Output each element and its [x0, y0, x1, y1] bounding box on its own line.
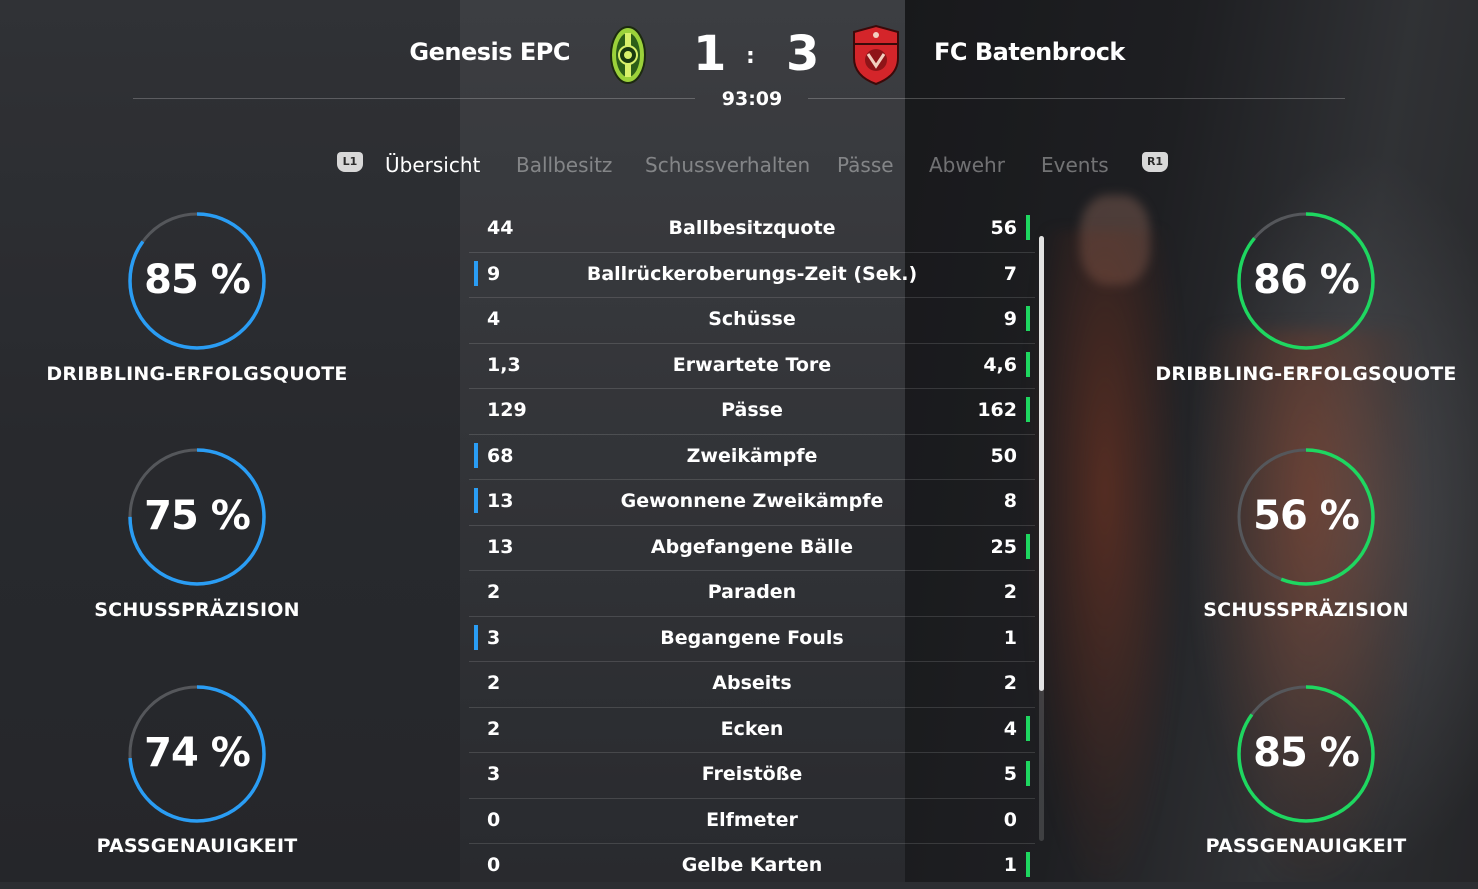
score-separator: : [746, 44, 755, 69]
home-pass-accuracy-label: PASSGENAUIGKEIT [96, 835, 298, 857]
stat-row: 3 Begangene Fouls 1 [469, 617, 1035, 662]
stat-row: 1,3 Erwartete Tore 4,6 [469, 344, 1035, 389]
tab-possession[interactable]: Ballbesitz [516, 153, 612, 177]
stat-away-value: 2 [1003, 672, 1017, 694]
stat-label: Abgefangene Bälle [650, 535, 854, 558]
stat-away-value: 25 [990, 535, 1017, 558]
match-header: Genesis EPC 1 : 3 FC Batenbrock 93:09 [0, 0, 1478, 120]
stat-away-value: 0 [1003, 808, 1017, 831]
stat-away-value: 4,6 [983, 353, 1017, 376]
stat-label: Elfmeter [706, 808, 798, 831]
away-pass-accuracy-ring: 85 % [1236, 684, 1376, 824]
home-pass-accuracy-percent: 74 % [144, 730, 251, 776]
away-dribbling-ring: 86 % [1236, 211, 1376, 351]
stat-label: Ecken [720, 717, 784, 740]
stat-label: Schüsse [708, 308, 796, 330]
stat-away-value: 1 [1003, 854, 1017, 876]
header-divider [808, 98, 1345, 99]
stat-away-value: 7 [1003, 262, 1017, 285]
stat-row: 2 Abseits 2 [469, 662, 1035, 708]
green-ring-crest-icon [602, 24, 654, 86]
away-score: 3 [786, 26, 820, 82]
stat-away-value: 1 [1003, 626, 1017, 649]
home-score: 1 [693, 26, 727, 82]
tab-passing[interactable]: Pässe [837, 153, 894, 177]
stat-row: 4 Schüsse 9 [469, 298, 1035, 344]
away-dribbling-percent: 86 % [1253, 257, 1360, 303]
home-dribbling-percent: 85 % [144, 257, 251, 303]
away-pass-accuracy-label: PASSGENAUIGKEIT [1205, 835, 1407, 857]
tab-events[interactable]: Events [1041, 153, 1109, 177]
stat-label: Abseits [712, 672, 792, 694]
stat-label: Ballrückeroberungs-Zeit (Sek.) [586, 262, 918, 285]
away-dribbling-label: DRIBBLING-ERFOLGSQUOTE [1155, 363, 1457, 385]
stat-row: 13 Gewonnene Zweikämpfe 8 [469, 480, 1035, 526]
stat-row: 0 Elfmeter 0 [469, 799, 1035, 844]
stat-label: Zweikämpfe [686, 444, 818, 467]
stat-away-value: 162 [977, 399, 1017, 421]
stat-row: 2 Paraden 2 [469, 571, 1035, 617]
stat-label: Begangene Fouls [660, 626, 844, 649]
home-shot-accuracy-ring: 75 % [127, 447, 267, 587]
home-dribbling-ring: 85 % [127, 211, 267, 351]
red-shield-crest-icon [848, 24, 900, 86]
r1-button-icon[interactable]: R1 [1142, 152, 1168, 172]
stat-away-value: 4 [1003, 717, 1017, 740]
away-shot-accuracy-ring: 56 % [1236, 447, 1376, 587]
stat-label: Ballbesitzquote [668, 217, 836, 239]
stat-away-value: 9 [1003, 308, 1017, 330]
stat-row: 3 Freistöße 5 [469, 753, 1035, 799]
home-dribbling-label: DRIBBLING-ERFOLGSQUOTE [46, 363, 348, 385]
away-shot-accuracy-label: SCHUSSPRÄZISION [1203, 599, 1409, 621]
stat-row: 2 Ecken 4 [469, 708, 1035, 753]
match-clock: 93:09 [721, 88, 783, 110]
stat-row: 9 Ballrückeroberungs-Zeit (Sek.) 7 [469, 253, 1035, 298]
stat-away-value: 50 [990, 444, 1017, 467]
stat-label: Erwartete Tore [672, 353, 832, 376]
stat-label: Gewonnene Zweikämpfe [620, 490, 884, 512]
home-team-name: Genesis EPC [409, 38, 570, 66]
stat-label: Paraden [707, 581, 797, 603]
stats-tab-bar: L1 Übersicht Ballbesitz Schussverhalten … [0, 150, 1478, 180]
tab-shooting[interactable]: Schussverhalten [645, 153, 810, 177]
stat-label: Pässe [721, 399, 783, 421]
stat-row: 129 Pässe 162 [469, 389, 1035, 435]
away-pass-accuracy-percent: 85 % [1253, 730, 1360, 776]
away-shot-accuracy-percent: 56 % [1253, 493, 1360, 539]
stat-row: 44 Ballbesitzquote 56 [469, 207, 1035, 253]
stat-row: 13 Abgefangene Bälle 25 [469, 526, 1035, 571]
stat-label: Freistöße [701, 763, 803, 785]
stat-away-value: 56 [990, 217, 1017, 239]
stat-row: 68 Zweikämpfe 50 [469, 435, 1035, 480]
stats-table[interactable]: 44 Ballbesitzquote 56 9 Ballrückeroberungs-Z… [469, 207, 1035, 889]
stats-scrollbar-thumb[interactable] [1039, 236, 1044, 691]
stat-away-value: 5 [1003, 763, 1017, 785]
tab-overview[interactable]: Übersicht [385, 153, 480, 177]
stat-label: Gelbe Karten [681, 854, 823, 876]
home-pass-accuracy-ring: 74 % [127, 684, 267, 824]
stat-away-value: 8 [1003, 490, 1017, 512]
home-shot-accuracy-label: SCHUSSPRÄZISION [94, 599, 300, 621]
l1-button-icon[interactable]: L1 [337, 152, 363, 172]
away-team-name: FC Batenbrock [934, 38, 1125, 66]
stat-away-value: 2 [1003, 581, 1017, 603]
home-shot-accuracy-percent: 75 % [144, 493, 251, 539]
tab-defending[interactable]: Abwehr [929, 153, 1005, 177]
header-divider [133, 98, 695, 99]
stats-scrollbar[interactable] [1039, 236, 1044, 841]
